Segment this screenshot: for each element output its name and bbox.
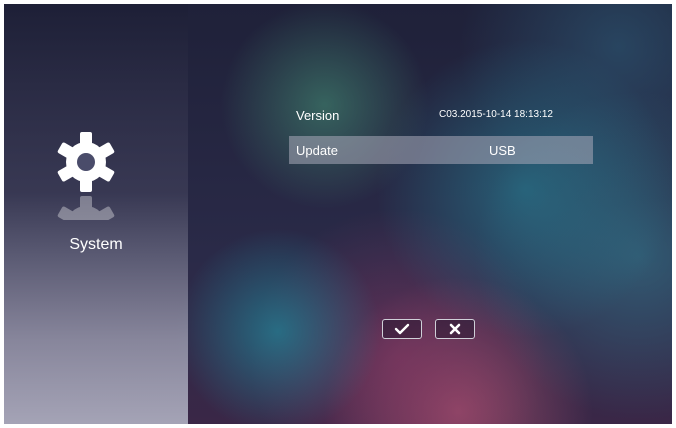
version-row: Version C03.2015-10-14 18:13:12 <box>289 101 593 129</box>
cancel-button[interactable] <box>435 319 475 339</box>
version-value: C03.2015-10-14 18:13:12 <box>439 109 553 120</box>
update-value[interactable]: USB <box>489 143 516 158</box>
version-label: Version <box>296 108 340 123</box>
sidebar: System <box>4 4 188 424</box>
check-icon <box>394 323 410 335</box>
gear-icon <box>54 130 118 194</box>
gear-reflection <box>54 194 118 220</box>
sidebar-label: System <box>69 236 123 253</box>
update-row[interactable]: Update USB <box>289 136 593 164</box>
close-icon <box>449 323 461 335</box>
system-screen: System Version C03.2015-10-14 18:13:12 U… <box>4 4 672 424</box>
update-label: Update <box>296 143 338 158</box>
confirm-button[interactable] <box>382 319 422 339</box>
